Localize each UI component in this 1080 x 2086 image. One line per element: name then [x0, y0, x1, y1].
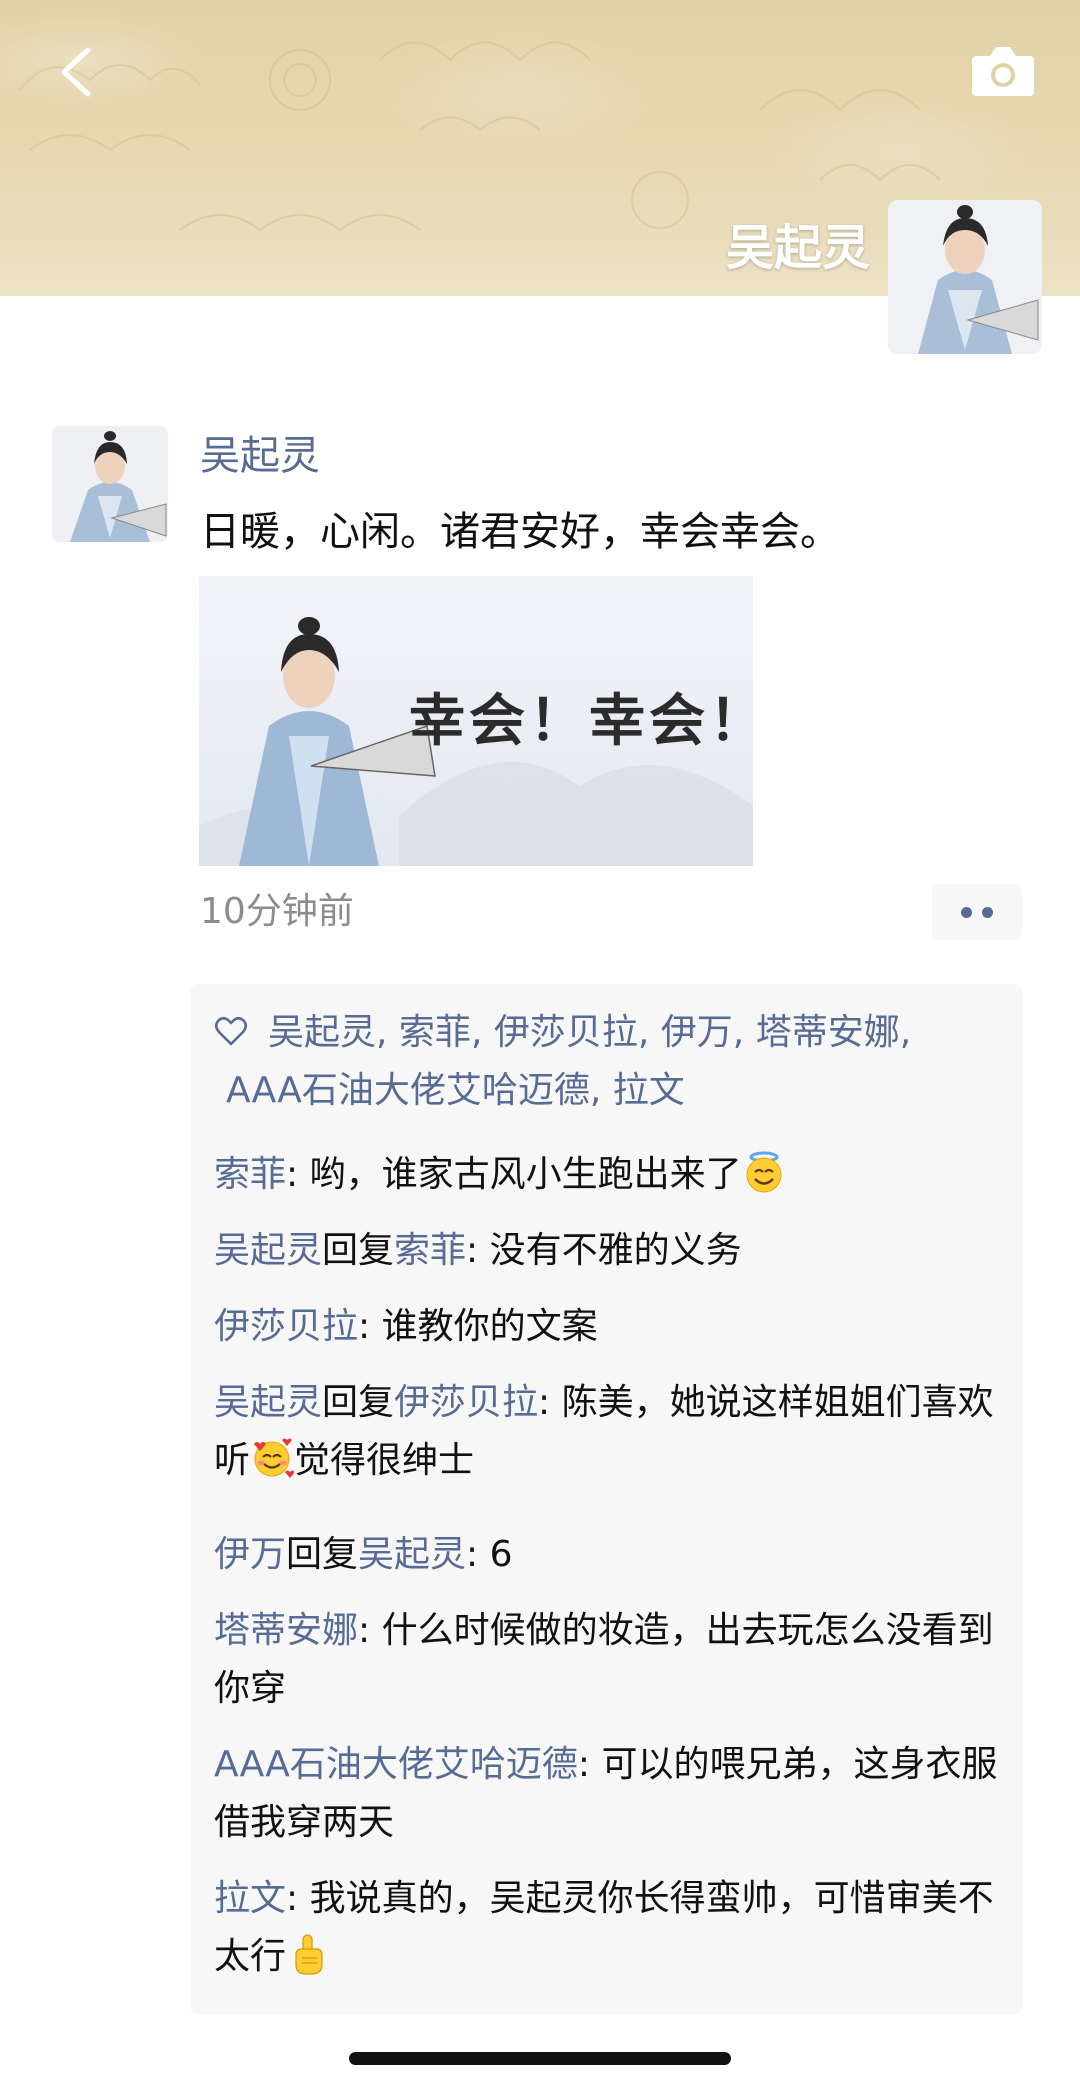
- comment-text: 谁教你的文案: [370, 1306, 598, 1347]
- like-separator: ,: [899, 1012, 912, 1053]
- comment-author[interactable]: 索菲: [214, 1154, 286, 1195]
- comment-colon: :: [577, 1744, 591, 1785]
- comment-item[interactable]: 塔蒂安娜: 什么时候做的妆造，出去玩怎么没看到你穿: [214, 1602, 1004, 1718]
- comment-colon: :: [538, 1382, 551, 1423]
- like-name[interactable]: 吴起灵: [268, 1012, 376, 1053]
- halo-smile-emoji: [746, 1151, 782, 1193]
- post-text: 日暖，心闲。诸君安好，幸会幸会。: [200, 509, 840, 555]
- profile-name: 吴起灵: [725, 220, 870, 276]
- comment-colon: :: [466, 1230, 479, 1271]
- comment-author[interactable]: 拉文: [214, 1878, 286, 1919]
- reply-word: 回复: [322, 1230, 395, 1271]
- like-name[interactable]: 塔蒂安娜: [756, 1012, 900, 1053]
- comment-text: 没有不雅的义务: [478, 1230, 742, 1271]
- more-dots-icon: [961, 907, 972, 918]
- profile-avatar[interactable]: [888, 200, 1042, 354]
- post-image-caption: 幸会！幸会！: [409, 688, 753, 754]
- like-name[interactable]: 索菲: [399, 1012, 471, 1053]
- likes-list: 吴起灵, 索菲, 伊莎贝拉, 伊万, 塔蒂安娜, AAA石油大佬艾哈迈德, 拉文: [214, 1004, 1004, 1120]
- likes-comments-panel: 吴起灵, 索菲, 伊莎贝拉, 伊万, 塔蒂安娜, AAA石油大佬艾哈迈德, 拉文…: [190, 984, 1022, 2014]
- comment-author[interactable]: 吴起灵: [214, 1230, 322, 1271]
- like-separator: ,: [376, 1012, 388, 1053]
- comment-colon: :: [358, 1610, 371, 1651]
- comment-item[interactable]: 索菲: 哟，谁家古风小生跑出来了: [214, 1146, 1004, 1204]
- post-author-avatar[interactable]: [52, 426, 168, 542]
- comment-item[interactable]: 吴起灵回复伊莎贝拉: 陈美，她说这样姐姐们喜欢听 觉得很绅士: [214, 1374, 1004, 1490]
- comment-colon: :: [358, 1306, 371, 1347]
- reply-target[interactable]: 伊莎贝拉: [394, 1382, 538, 1423]
- post-author-name[interactable]: 吴起灵: [200, 428, 320, 484]
- comment-author[interactable]: 伊莎贝拉: [214, 1306, 358, 1347]
- comment-colon: :: [466, 1534, 479, 1575]
- like-name[interactable]: AAA石油大佬艾哈迈德: [226, 1070, 590, 1111]
- comment-colon: :: [286, 1154, 299, 1195]
- comment-item[interactable]: 吴起灵回复索菲: 没有不雅的义务: [214, 1222, 1004, 1280]
- more-actions-button[interactable]: [932, 884, 1022, 940]
- reply-word: 回复: [322, 1382, 395, 1423]
- comment-author[interactable]: 吴起灵: [214, 1382, 322, 1423]
- post-image[interactable]: 幸会！幸会！: [199, 576, 753, 866]
- comment-item[interactable]: 伊万回复吴起灵: 6: [214, 1526, 1004, 1584]
- more-dots-icon: [982, 907, 993, 918]
- like-separator: ,: [470, 1012, 483, 1053]
- pointing-up-emoji: [295, 1934, 323, 1975]
- comment-author[interactable]: 伊万: [214, 1534, 286, 1575]
- like-name[interactable]: 伊莎贝拉: [494, 1012, 638, 1053]
- comment-text: 6: [478, 1534, 513, 1575]
- like-separator: ,: [637, 1012, 650, 1053]
- comment-text: 我说真的，吴起灵你长得蛮帅，可惜审美不太行: [214, 1878, 994, 1977]
- comment-item[interactable]: 伊莎贝拉: 谁教你的文案: [214, 1298, 1004, 1356]
- reply-target[interactable]: 吴起灵: [358, 1534, 466, 1575]
- comment-item[interactable]: 拉文: 我说真的，吴起灵你长得蛮帅，可惜审美不太行: [214, 1870, 1004, 1986]
- chevron-left-icon: [61, 47, 91, 97]
- like-separator: ,: [589, 1070, 602, 1111]
- like-name[interactable]: 伊万: [661, 1012, 733, 1053]
- post-timestamp: 10分钟前: [200, 891, 354, 932]
- comment-author[interactable]: AAA石油大佬艾哈迈德: [214, 1744, 578, 1785]
- reply-word: 回复: [286, 1534, 359, 1575]
- heart-icon: [214, 1016, 248, 1046]
- camera-icon: [972, 47, 1034, 96]
- smiling-hearts-emoji: [254, 1438, 295, 1478]
- comment-text: 哟，谁家古风小生跑出来了: [298, 1154, 742, 1195]
- comment-text-continued: 觉得很绅士: [294, 1440, 475, 1481]
- avatar-image: [52, 426, 168, 542]
- like-name[interactable]: 拉文: [613, 1070, 685, 1111]
- comment-item[interactable]: AAA石油大佬艾哈迈德: 可以的喂兄弟，这身衣服借我穿两天: [214, 1736, 1004, 1852]
- reply-target[interactable]: 索菲: [394, 1230, 466, 1271]
- like-separator: ,: [732, 1012, 745, 1053]
- home-indicator[interactable]: [349, 2052, 731, 2065]
- avatar-image: [888, 200, 1042, 354]
- camera-button[interactable]: [970, 40, 1036, 102]
- back-button[interactable]: [52, 40, 102, 104]
- comment-colon: :: [286, 1878, 299, 1919]
- comment-author[interactable]: 塔蒂安娜: [214, 1610, 358, 1651]
